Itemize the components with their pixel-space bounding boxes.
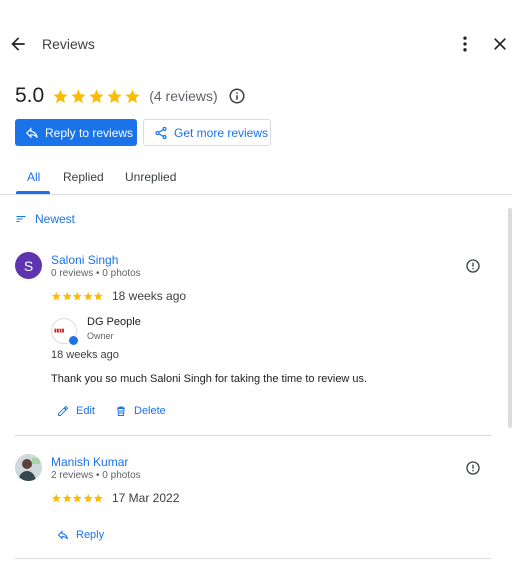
reply-button[interactable]: Reply — [57, 529, 104, 541]
page-title: Reviews — [42, 36, 95, 52]
star-icon — [83, 493, 93, 503]
avatar[interactable] — [15, 454, 42, 481]
review-item: Manish Kumar 2 reviews • 0 photos 17 Mar… — [15, 454, 491, 554]
sort-dropdown[interactable]: Newest — [15, 212, 75, 226]
avatar-photo-icon — [15, 454, 42, 481]
review-date: 17 Mar 2022 — [112, 491, 180, 505]
owner-role: Owner — [87, 331, 114, 341]
delete-label: Delete — [134, 405, 166, 417]
sort-label: Newest — [35, 212, 76, 226]
star-icon — [83, 291, 93, 301]
info-icon[interactable] — [228, 87, 246, 105]
reply-icon — [25, 127, 38, 138]
edit-button[interactable]: Edit — [57, 405, 95, 417]
star-icon — [62, 493, 72, 503]
review-date: 18 weeks ago — [112, 289, 187, 303]
scrollbar[interactable] — [508, 208, 512, 428]
avatar[interactable]: S — [15, 252, 42, 279]
divider — [15, 558, 491, 559]
tab-replied[interactable]: Replied — [63, 170, 104, 184]
rating-stars — [52, 88, 141, 105]
tab-all[interactable]: All — [27, 170, 40, 184]
get-more-reviews-button[interactable]: Get more reviews — [143, 119, 271, 146]
star-icon — [89, 88, 104, 103]
get-more-reviews-label: Get more reviews — [174, 125, 269, 140]
active-tab-indicator — [16, 191, 50, 194]
tab-unreplied[interactable]: Unreplied — [125, 170, 176, 184]
owner-reply-text: Thank you so much Saloni Singh for takin… — [51, 373, 368, 385]
rating-value: 5.0 — [15, 84, 45, 107]
arrow-left-icon[interactable] — [8, 34, 28, 54]
verified-icon — [68, 335, 79, 346]
star-icon — [62, 291, 72, 301]
owner-logo: ▮▮▮▮ — [51, 318, 79, 346]
review-stars — [51, 291, 104, 302]
more-vert-icon[interactable] — [455, 34, 475, 54]
report-icon[interactable] — [465, 460, 481, 476]
star-icon — [51, 493, 61, 503]
trash-icon — [117, 406, 125, 416]
pencil-icon — [58, 406, 68, 416]
reviewer-name[interactable]: Saloni Singh — [51, 253, 118, 267]
edit-label: Edit — [76, 405, 95, 417]
review-stars — [51, 493, 104, 504]
reviewer-name[interactable]: Manish Kumar — [51, 455, 128, 469]
review-item: S Saloni Singh 0 reviews • 0 photos 18 w… — [15, 252, 491, 432]
delete-button[interactable]: Delete — [115, 405, 166, 417]
reply-to-reviews-button[interactable]: Reply to reviews — [15, 119, 137, 146]
review-tabs: All Replied Unreplied — [0, 160, 512, 195]
reply-label: Reply — [76, 529, 105, 541]
star-icon — [72, 291, 82, 301]
owner-logo-mark: ▮▮▮▮ — [54, 328, 65, 334]
report-icon[interactable] — [465, 258, 481, 274]
close-icon[interactable] — [490, 34, 510, 54]
star-icon — [93, 291, 103, 301]
reviewer-meta: 0 reviews • 0 photos — [51, 268, 141, 279]
header-bar: Reviews — [0, 0, 512, 88]
rating-summary: 5.0 (4 reviews) — [15, 83, 246, 109]
share-icon — [155, 126, 167, 139]
star-icon — [71, 88, 86, 103]
star-icon — [107, 88, 122, 103]
review-count: (4 reviews) — [149, 88, 218, 104]
owner-reply-date: 18 weeks ago — [51, 349, 119, 361]
star-icon — [72, 493, 82, 503]
sort-icon — [16, 216, 26, 222]
star-icon — [51, 291, 61, 301]
star-icon — [93, 493, 103, 503]
star-icon — [125, 88, 140, 103]
reply-icon — [57, 530, 68, 540]
reply-to-reviews-label: Reply to reviews — [45, 125, 134, 140]
avatar-letter: S — [23, 257, 34, 274]
reviewer-meta: 2 reviews • 0 photos — [51, 470, 141, 481]
divider — [15, 435, 491, 436]
star-icon — [53, 88, 68, 103]
owner-name: DG People — [87, 316, 141, 328]
